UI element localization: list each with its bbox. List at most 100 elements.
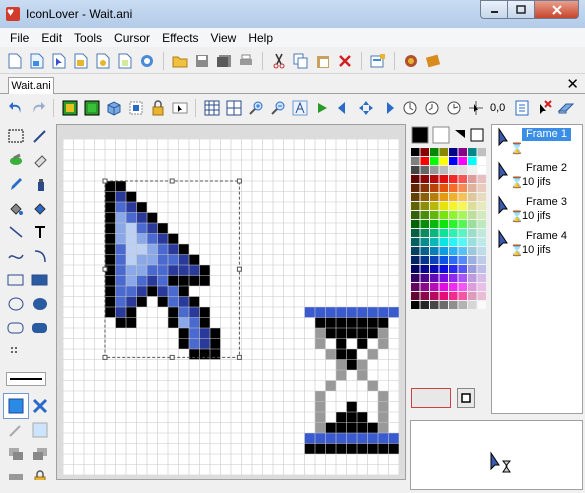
save-all-icon[interactable] [215,52,233,70]
print-icon[interactable] [237,52,255,70]
arrow-pixel [189,338,200,349]
menu-file[interactable]: File [4,31,35,45]
transparent-mode-icon[interactable] [28,394,52,418]
new-image-format-icon[interactable] [60,99,79,117]
frame-item[interactable]: Frame 2 ⌛ 10 jifs [492,159,582,193]
filled-rounded-rect-icon[interactable] [28,316,52,340]
eraser-toolbar-icon[interactable] [556,99,575,117]
zoom-out-icon[interactable] [268,99,287,117]
rectangle-icon[interactable] [4,268,28,292]
arrow-pixel [178,275,189,286]
menu-edit[interactable]: Edit [35,31,68,45]
rotate-right-icon[interactable] [444,99,463,117]
open-folder-icon[interactable] [171,52,189,70]
selection-icon[interactable] [126,99,145,117]
line-icon[interactable] [4,220,28,244]
filled-ellipse-icon[interactable] [28,292,52,316]
fill-icon[interactable] [4,196,28,220]
move-right-icon[interactable] [378,99,397,117]
filled-rectangle-icon[interactable] [28,268,52,292]
tab-wait-ani[interactable]: Wait.ani [8,77,54,94]
ellipse-icon[interactable] [4,292,28,316]
layer-front-icon[interactable] [28,442,52,466]
text-icon[interactable] [28,220,52,244]
opaque-mode-icon[interactable] [3,393,29,419]
brush-icon[interactable] [4,418,28,442]
hourglass-pixel [325,433,336,444]
color-eraser-icon[interactable] [28,148,52,172]
curve-icon[interactable] [4,244,28,268]
eraser-icon[interactable] [4,148,28,172]
save-icon[interactable] [193,52,211,70]
layer-back-icon[interactable] [4,442,28,466]
new-cursor-icon[interactable] [50,52,68,70]
inverted-color-button[interactable] [457,388,475,408]
frame-item[interactable]: Frame 3 ⌛ 10 jifs [492,193,582,227]
menu-effects[interactable]: Effects [156,31,204,45]
new-ani-icon[interactable] [94,52,112,70]
transparent-color-button[interactable] [411,388,451,408]
delete-frame-icon[interactable] [534,99,553,117]
new-icon[interactable] [6,52,24,70]
lock-icon[interactable] [148,99,167,117]
move-all-icon[interactable] [356,99,375,117]
move-left-icon[interactable] [334,99,353,117]
frame-props-icon[interactable] [512,99,531,117]
grid-dots-icon[interactable] [4,340,28,364]
frame-item[interactable]: Frame 1 ⌛ 10 jifs [492,125,582,159]
zoom-in-icon[interactable] [246,99,265,117]
spray-icon[interactable] [28,172,52,196]
palette-swatches[interactable] [411,148,487,387]
redo-icon[interactable] [28,99,47,117]
grid-icon[interactable] [202,99,221,117]
maximize-button[interactable] [507,0,534,19]
menu-view[interactable]: View [205,31,243,45]
rect-select-icon[interactable] [4,124,28,148]
brush-shape-icon[interactable] [28,418,52,442]
replace-color-icon[interactable] [28,196,52,220]
menu-help[interactable]: Help [242,31,279,45]
arrow-pixel [147,265,158,276]
undo-icon[interactable] [6,99,25,117]
cube-icon[interactable] [104,99,123,117]
arrow-pixel [168,233,179,244]
resources-icon[interactable] [402,52,420,70]
rotate-left-icon[interactable] [422,99,441,117]
eyedropper-icon[interactable] [28,124,52,148]
frame-label: Frame 4 [526,230,567,242]
preview-panel [410,420,583,490]
hotspot-icon[interactable] [466,99,485,117]
menu-cursor[interactable]: Cursor [108,31,156,45]
cut-icon[interactable] [270,52,288,70]
pixel-canvas[interactable] [63,139,399,475]
pixel-grid[interactable] [63,139,399,475]
play-icon[interactable] [312,99,331,117]
test-icon[interactable] [170,99,189,117]
new-frame-icon[interactable] [116,52,134,70]
new-library-icon[interactable] [72,52,90,70]
rotate-icon[interactable] [400,99,419,117]
rounded-rect-icon[interactable] [4,316,28,340]
reset-colors-icon [470,128,484,142]
close-document-icon[interactable]: ✕ [566,75,579,93]
delete-format-icon[interactable] [82,99,101,117]
copy-icon[interactable] [292,52,310,70]
close-button[interactable] [534,0,579,19]
arc-icon[interactable] [28,244,52,268]
paste-icon[interactable] [314,52,332,70]
palette-swatch [468,274,477,282]
pixel-grid-icon[interactable] [224,99,243,117]
browse-icon[interactable] [138,52,156,70]
frame-item[interactable]: Frame 4 ⌛ 10 jifs [492,227,582,261]
minimize-button[interactable] [480,0,507,19]
antialias-icon[interactable] [290,99,309,117]
menu-tools[interactable]: Tools [68,31,108,45]
delete-icon[interactable] [336,52,354,70]
properties-icon[interactable] [369,52,387,70]
library-icon[interactable] [424,52,442,70]
palette-swatch [430,265,439,273]
new-image-icon[interactable] [28,52,46,70]
arrow-pixel [115,254,126,265]
pencil-icon[interactable] [4,172,28,196]
line-width-selector[interactable] [6,372,46,386]
